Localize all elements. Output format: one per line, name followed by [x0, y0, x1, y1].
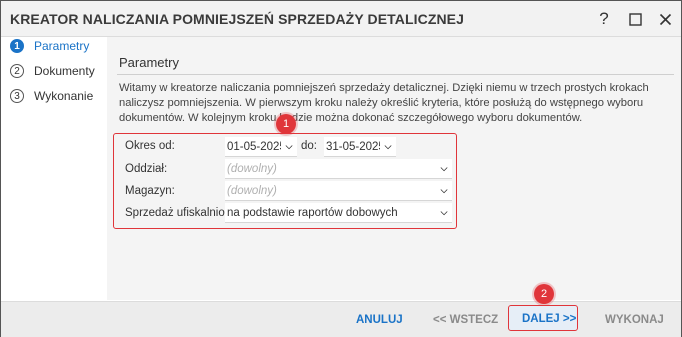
fiscal-sales-label: Sprzedaż ufiskalniona:	[125, 207, 241, 219]
step-number: 3	[10, 89, 24, 103]
branch-value: (dowolny)	[227, 162, 277, 175]
close-icon	[659, 13, 671, 25]
back-button[interactable]: << WSTECZ	[433, 314, 498, 326]
warehouse-value: (dowolny)	[227, 184, 277, 197]
chevron-down-icon: ⌵	[440, 207, 448, 217]
footer-bar: ANULUJ << WSTECZ WYKONAJ	[1, 301, 681, 337]
step-label: Dokumenty	[34, 64, 95, 78]
step-label: Wykonanie	[34, 89, 94, 103]
close-button[interactable]	[653, 7, 677, 31]
next-button-label: DALEJ >>	[522, 313, 577, 325]
step-number: 1	[10, 39, 24, 53]
maximize-icon	[628, 12, 642, 26]
maximize-button[interactable]	[623, 7, 647, 31]
step-parametry[interactable]: 1 Parametry	[10, 37, 89, 55]
chevron-down-icon: ⌵	[384, 141, 392, 151]
date-to-picker[interactable]: 31-05-2025 ⌵	[324, 137, 396, 157]
warehouse-label: Magazyn:	[125, 185, 175, 197]
date-to-value: 31-05-2025	[326, 140, 380, 153]
cancel-button[interactable]: ANULUJ	[356, 314, 403, 326]
fiscal-sales-value: na podstawie raportów dobowych	[227, 206, 398, 219]
content-panel: Parametry Witamy w kreatorze naliczania …	[107, 37, 681, 300]
date-from-picker[interactable]: 01-05-2025 ⌵	[225, 137, 297, 157]
step-number: 2	[10, 64, 24, 78]
period-label: Okres od:	[125, 140, 175, 152]
fiscal-sales-select[interactable]: na podstawie raportów dobowych ⌵	[225, 203, 452, 223]
chevron-down-icon: ⌵	[285, 141, 293, 151]
wizard-window: KREATOR NALICZANIA POMNIEJSZEŃ SPRZEDAŻY…	[0, 0, 682, 337]
branch-select[interactable]: (dowolny) ⌵	[225, 159, 452, 179]
divider	[117, 74, 674, 75]
section-title: Parametry	[119, 55, 179, 70]
step-dokumenty[interactable]: 2 Dokumenty	[10, 62, 95, 80]
chevron-down-icon: ⌵	[440, 185, 448, 195]
chevron-down-icon: ⌵	[440, 163, 448, 173]
steps-sidebar: 1 Parametry 2 Dokumenty 3 Wykonanie	[1, 37, 106, 300]
next-button[interactable]: DALEJ >>	[508, 305, 578, 331]
date-from-value: 01-05-2025	[227, 140, 281, 153]
title-bar: KREATOR NALICZANIA POMNIEJSZEŃ SPRZEDAŻY…	[1, 1, 681, 37]
warehouse-select[interactable]: (dowolny) ⌵	[225, 181, 452, 201]
window-title: KREATOR NALICZANIA POMNIEJSZEŃ SPRZEDAŻY…	[10, 11, 465, 27]
step-label: Parametry	[34, 39, 90, 53]
annotation-badge-1: 1	[276, 114, 296, 134]
step-wykonanie[interactable]: 3 Wykonanie	[10, 87, 93, 105]
criteria-form: Okres od: 01-05-2025 ⌵ do: 31-05-2025 ⌵ …	[113, 133, 457, 229]
to-label: do:	[301, 140, 317, 152]
help-icon: ?	[599, 9, 609, 28]
annotation-badge-2: 2	[534, 284, 554, 304]
help-button[interactable]: ?	[592, 7, 616, 31]
execute-button[interactable]: WYKONAJ	[605, 314, 664, 326]
intro-text: Witamy w kreatorze naliczania pomniejsze…	[119, 82, 649, 124]
branch-label: Oddział:	[125, 163, 168, 175]
